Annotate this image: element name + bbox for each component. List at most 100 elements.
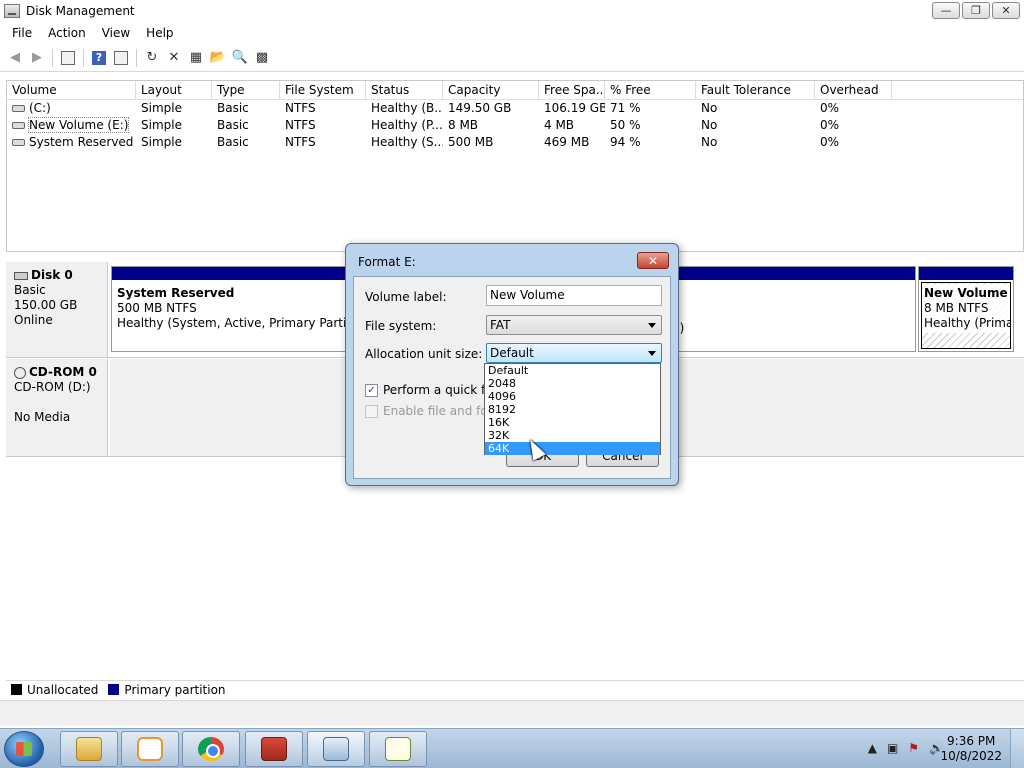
overhead-cell: 0%: [820, 118, 840, 132]
chevron-down-icon: [648, 323, 656, 328]
legend-primary-partition: Primary partition: [124, 682, 226, 697]
dropdown-option-4096[interactable]: 4096: [485, 390, 660, 403]
volume-label-label: Volume label:: [365, 290, 447, 304]
maximize-button[interactable]: ❐: [962, 2, 990, 19]
taskbar-media-player-button[interactable]: [121, 731, 179, 767]
open-folder-icon[interactable]: 📂: [207, 47, 229, 69]
taskbar-editor-button[interactable]: [369, 731, 427, 767]
file-system-select[interactable]: FAT: [486, 315, 662, 335]
search-icon[interactable]: 🔍: [229, 47, 251, 69]
system-tray: ▲ ▣ ⚑ 🔊: [868, 741, 944, 755]
capacity-cell: 500 MB: [448, 135, 494, 149]
back-arrow-icon[interactable]: ◀: [4, 47, 26, 69]
volume-name: System Reserved: [29, 135, 134, 149]
overhead-cell: 0%: [820, 101, 840, 115]
dropdown-option-32k[interactable]: 32K: [485, 429, 660, 442]
file-system-cell: NTFS: [285, 101, 316, 115]
menu-view[interactable]: View: [94, 26, 138, 40]
free-space-cell: 106.19 GB: [544, 101, 605, 115]
partition-fs: 8 MB NTFS: [924, 301, 989, 315]
partition-new-volume[interactable]: New Volume ( 8 MB NTFS Healthy (Primar: [918, 266, 1014, 352]
show-desktop-button[interactable]: [1010, 729, 1024, 768]
column-header-capacity[interactable]: Capacity: [443, 81, 539, 99]
volume-label-input[interactable]: New Volume: [486, 285, 662, 306]
taskbar-explorer-button[interactable]: [60, 731, 118, 767]
table-row[interactable]: New Volume (E:) Simple Basic NTFS Health…: [7, 117, 1023, 134]
action-center-icon[interactable]: ⚑: [908, 741, 919, 755]
toolbox-icon: [261, 737, 287, 761]
cdrom-0-label[interactable]: CD-ROM 0 CD-ROM (D:) No Media: [6, 359, 108, 456]
percent-free-cell: 71 %: [610, 101, 641, 115]
check-disk-icon[interactable]: ▦: [185, 47, 207, 69]
clock-date: 10/8/2022: [940, 749, 1002, 763]
dropdown-option-2048[interactable]: 2048: [485, 377, 660, 390]
menu-help[interactable]: Help: [138, 26, 181, 40]
dialog-close-button[interactable]: ✕: [637, 252, 669, 269]
folder-icon: [76, 737, 102, 761]
capacity-cell: 149.50 GB: [448, 101, 512, 115]
allocation-unit-dropdown[interactable]: Default 2048 4096 8192 16K 32K 64K: [484, 363, 661, 455]
column-header-free-space[interactable]: Free Spa...: [539, 81, 605, 99]
forward-arrow-icon[interactable]: ▶: [26, 47, 48, 69]
quick-format-checkbox[interactable]: ✓: [365, 383, 378, 397]
dropdown-option-64k[interactable]: 64K: [485, 442, 660, 455]
status-cell: Healthy (P...: [371, 118, 443, 132]
taskbar-toolbox-button[interactable]: [245, 731, 303, 767]
cdrom-name: CD-ROM 0: [29, 365, 97, 379]
minimize-button[interactable]: —: [932, 2, 960, 19]
chrome-icon: [198, 737, 224, 761]
file-system-value: FAT: [490, 318, 511, 332]
properties-pane-icon[interactable]: [110, 47, 132, 69]
status-bar: [0, 700, 1024, 726]
menu-file[interactable]: File: [4, 26, 40, 40]
volume-cell: New Volume (E:): [7, 117, 136, 134]
allocation-unit-select[interactable]: Default: [486, 343, 662, 363]
disk-properties-icon[interactable]: ▩: [251, 47, 273, 69]
disk-0-label[interactable]: Disk 0 Basic 150.00 GB Online: [6, 262, 108, 357]
title-bar: Disk Management — ❐ ✕: [0, 0, 1024, 22]
show-hide-console-icon[interactable]: [57, 47, 79, 69]
help-icon[interactable]: ?: [88, 47, 110, 69]
show-hidden-icons-icon[interactable]: ▲: [868, 741, 877, 755]
toolbar-separator: [83, 48, 84, 67]
percent-free-cell: 50 %: [610, 118, 641, 132]
table-row[interactable]: System Reserved Simple Basic NTFS Health…: [7, 134, 1023, 151]
column-header-overhead[interactable]: Overhead: [815, 81, 892, 99]
toolbar-separator: [52, 48, 53, 67]
window-title: Disk Management: [26, 3, 135, 18]
disk-size: 150.00 GB: [14, 298, 78, 312]
partition-status: Healthy (Primar: [924, 316, 1010, 330]
column-header-layout[interactable]: Layout: [136, 81, 212, 99]
dropdown-option-16k[interactable]: 16K: [485, 416, 660, 429]
menu-action[interactable]: Action: [40, 26, 94, 40]
network-icon[interactable]: ▣: [887, 741, 898, 755]
compression-checkbox[interactable]: [365, 404, 378, 418]
volume-icon: [12, 122, 25, 129]
column-header-status[interactable]: Status: [366, 81, 443, 99]
refresh-icon[interactable]: ↻: [141, 47, 163, 69]
percent-free-cell: 94 %: [610, 135, 641, 149]
taskbar-chrome-button[interactable]: [182, 731, 240, 767]
cd-rom-icon: [14, 366, 26, 379]
chevron-down-icon: [648, 351, 656, 356]
column-header-percent-free[interactable]: % Free: [605, 81, 696, 99]
type-cell: Basic: [217, 118, 249, 132]
delete-icon[interactable]: ✕: [163, 47, 185, 69]
volume-list[interactable]: Volume Layout Type File System Status Ca…: [6, 80, 1024, 252]
dropdown-option-default[interactable]: Default: [485, 364, 660, 377]
taskbar-disk-management-button[interactable]: [307, 731, 365, 767]
clock[interactable]: 9:36 PM 10/8/2022: [940, 734, 1002, 764]
column-header-file-system[interactable]: File System: [280, 81, 366, 99]
legend-unallocated: Unallocated: [27, 682, 99, 697]
column-header-fault-tolerance[interactable]: Fault Tolerance: [696, 81, 815, 99]
close-window-button[interactable]: ✕: [992, 2, 1020, 19]
column-header-volume[interactable]: Volume: [7, 81, 136, 99]
toolbar: ◀ ▶ ? ↻ ✕ ▦ 📂 🔍 ▩: [0, 44, 1024, 72]
dropdown-option-8192[interactable]: 8192: [485, 403, 660, 416]
status-cell: Healthy (B...: [371, 101, 443, 115]
toolbar-separator: [136, 48, 137, 67]
start-button[interactable]: [4, 731, 44, 767]
table-row[interactable]: (C:) Simple Basic NTFS Healthy (B... 149…: [7, 100, 1023, 117]
volume-cell: System Reserved: [7, 134, 136, 151]
column-header-type[interactable]: Type: [212, 81, 280, 99]
